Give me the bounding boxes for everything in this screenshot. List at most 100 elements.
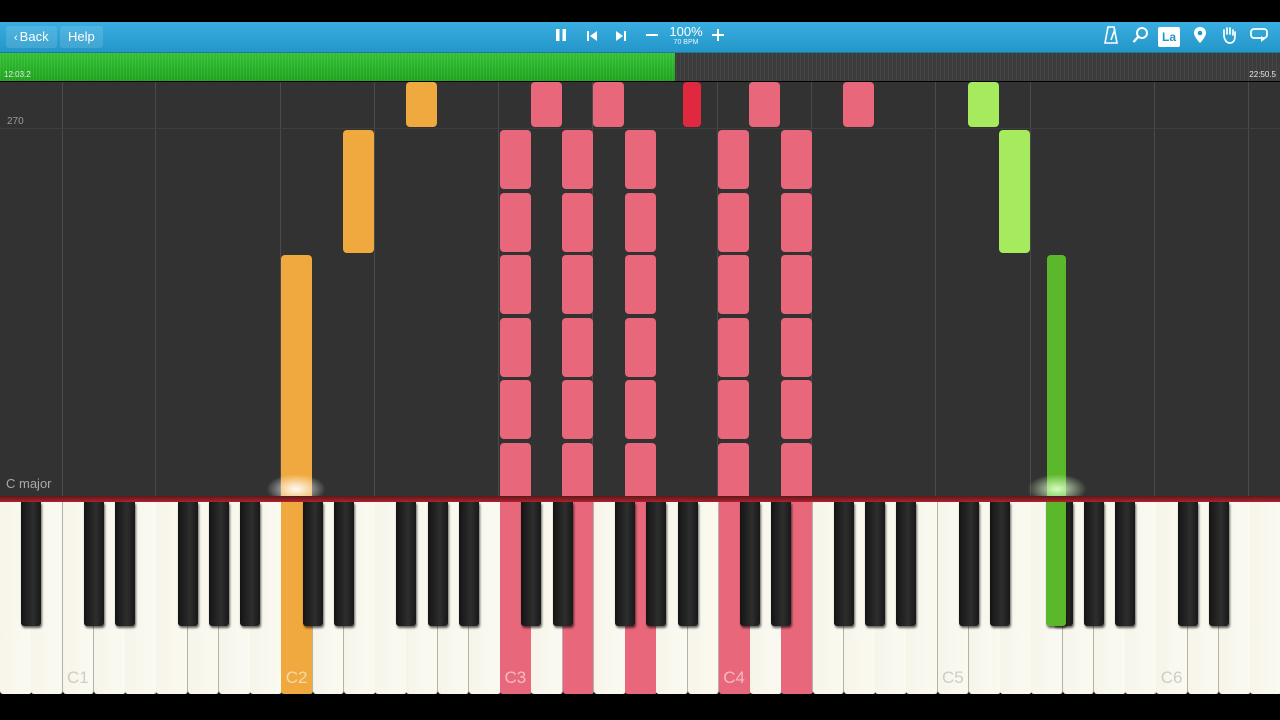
note: [500, 380, 531, 439]
tempo-bpm: 70 BPM: [673, 39, 699, 46]
skip-back-icon[interactable]: [580, 26, 604, 48]
black-key[interactable]: [958, 502, 979, 626]
hit-glow: [266, 474, 326, 496]
black-key[interactable]: [615, 502, 635, 626]
octave-line: [1030, 82, 1031, 496]
black-key[interactable]: [740, 502, 760, 626]
octave-line: [62, 82, 63, 496]
octave-line: [498, 82, 499, 496]
synthesia-window: ‹ Back Help 100% 70 BPM La 12:03.2 22:50…: [0, 0, 1280, 720]
elapsed-time: 12:03.2: [4, 70, 31, 79]
search-icon[interactable]: [1129, 26, 1153, 48]
note: [406, 82, 437, 127]
black-key[interactable]: [427, 502, 448, 626]
note: [562, 442, 593, 496]
la-label-icon[interactable]: La: [1158, 27, 1180, 47]
note: [718, 442, 749, 496]
piano-keyboard[interactable]: C1 C2 C3 C4 C5 C6: [0, 502, 1280, 694]
note: [500, 255, 531, 314]
black-key[interactable]: [177, 502, 198, 626]
octave-label: C4: [723, 668, 745, 687]
black-key[interactable]: [865, 502, 885, 626]
black-key[interactable]: [458, 502, 479, 626]
black-key[interactable]: [646, 502, 667, 626]
note: [625, 255, 656, 314]
white-key[interactable]: [1250, 502, 1280, 694]
note: [1047, 255, 1066, 496]
octave-label: C2: [285, 668, 308, 687]
note: [781, 255, 812, 314]
note: [625, 442, 656, 496]
skip-forward-icon[interactable]: [609, 26, 633, 48]
note: [625, 380, 656, 439]
black-key[interactable]: [896, 502, 917, 626]
hand-icon[interactable]: [1217, 26, 1241, 48]
black-key[interactable]: [990, 502, 1010, 626]
black-key[interactable]: [677, 502, 698, 626]
toolbar: ‹ Back Help 100% 70 BPM La: [0, 22, 1280, 53]
note: [625, 130, 656, 189]
black-key[interactable]: [302, 502, 323, 626]
octave-line: [1248, 82, 1249, 496]
back-chevron-icon: ‹: [14, 32, 18, 44]
octave-line: [155, 82, 156, 496]
note: [843, 82, 874, 127]
black-key-pressed[interactable]: [1046, 502, 1066, 626]
note: [562, 255, 593, 314]
progress-fill: [0, 53, 675, 81]
note: [625, 317, 656, 377]
measure-line: [0, 128, 1280, 129]
note: [718, 130, 749, 189]
octave-label: C5: [942, 668, 964, 687]
note: [683, 82, 701, 127]
note: [500, 317, 531, 377]
note: [781, 380, 812, 439]
metronome-icon[interactable]: [1099, 26, 1123, 48]
loop-icon[interactable]: [1247, 26, 1271, 48]
measure-number: 270: [7, 116, 24, 127]
black-key[interactable]: [115, 502, 135, 626]
octave-label: C6: [1160, 668, 1183, 687]
location-pin-icon[interactable]: [1188, 26, 1212, 48]
note: [781, 130, 812, 189]
note: [968, 82, 999, 127]
octave-line: [374, 82, 375, 496]
note: [562, 130, 593, 189]
black-key[interactable]: [1115, 502, 1135, 626]
note: [281, 255, 312, 496]
black-key[interactable]: [208, 502, 229, 626]
note: [562, 380, 593, 439]
black-key[interactable]: [1083, 502, 1104, 626]
black-key[interactable]: [1177, 502, 1198, 626]
note: [781, 317, 812, 377]
note: [625, 192, 656, 252]
octave-line: [935, 82, 936, 496]
minus-icon[interactable]: [640, 26, 664, 48]
total-time: 22:50.5: [1249, 70, 1276, 79]
note: [562, 317, 593, 377]
black-key[interactable]: [83, 502, 104, 626]
black-key[interactable]: [240, 502, 260, 626]
letterbox-bottom: [0, 694, 1280, 720]
note: [781, 192, 812, 252]
black-key[interactable]: [521, 502, 542, 626]
note: [562, 192, 593, 252]
octave-label: C3: [504, 668, 527, 687]
black-key[interactable]: [552, 502, 573, 626]
note: [781, 442, 812, 496]
back-button[interactable]: ‹ Back: [6, 26, 57, 48]
black-key[interactable]: [21, 502, 42, 626]
black-key[interactable]: [1208, 502, 1229, 626]
black-key[interactable]: [396, 502, 417, 626]
help-button[interactable]: Help: [60, 26, 103, 48]
plus-icon[interactable]: [706, 26, 730, 48]
black-key[interactable]: [771, 502, 792, 626]
black-key[interactable]: [833, 502, 854, 626]
note: [749, 82, 780, 127]
key-signature-label: C major: [6, 476, 52, 491]
song-progress-bar[interactable]: 12:03.2 22:50.5: [0, 53, 1280, 81]
pause-icon[interactable]: [549, 26, 573, 48]
note: [343, 130, 374, 253]
black-key[interactable]: [333, 502, 354, 626]
note: [718, 380, 749, 439]
